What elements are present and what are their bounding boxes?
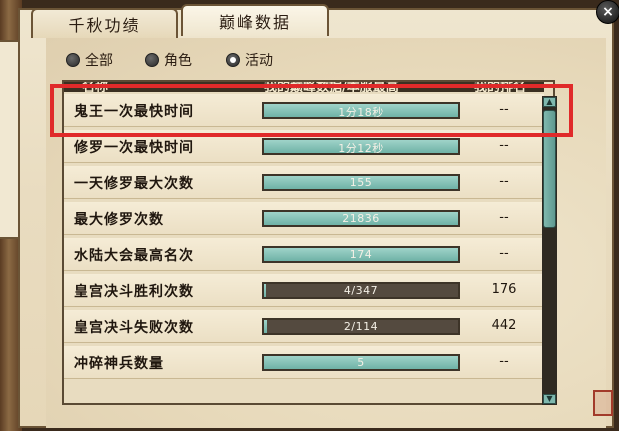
row-name: 皇宫决斗失败次数 <box>74 320 194 336</box>
table-header: 名称 我的巅峰数据/本服最高 我的排名 <box>64 82 544 92</box>
table-row[interactable]: 冲碎神兵数量 5 -- <box>64 346 544 379</box>
peak-data-table: 名称 我的巅峰数据/本服最高 我的排名 鬼王一次最快时间 1分18秒 -- 修罗一次最… <box>62 80 555 405</box>
progress-value: 155 <box>349 176 373 189</box>
row-rank: 176 <box>491 282 517 297</box>
progress-value: 1分12秒 <box>338 142 384 155</box>
progress-bar: 174 <box>262 246 460 263</box>
tab-achievements[interactable]: 千秋功绩 <box>31 8 178 38</box>
row-rank: -- <box>499 174 509 189</box>
table-rows: 鬼王一次最快时间 1分18秒 -- 修罗一次最快时间 1分12秒 -- 一天修罗最大次数 15… <box>64 94 544 382</box>
progress-bar: 1分18秒 <box>262 102 460 119</box>
row-name: 冲碎神兵数量 <box>74 356 164 372</box>
seal-stamp-icon <box>593 390 613 416</box>
table-row[interactable]: 最大修罗次数 21836 -- <box>64 202 544 235</box>
close-icon: × <box>602 4 614 20</box>
progress-bar: 5 <box>262 354 460 371</box>
filter-label: 全部 <box>85 53 113 69</box>
scroll-up-icon[interactable]: ▲ <box>543 97 556 107</box>
filter-label: 角色 <box>164 53 192 69</box>
progress-value: 5 <box>357 356 365 369</box>
progress-value: 4/347 <box>343 284 379 297</box>
row-name: 皇宫决斗胜利次数 <box>74 284 194 300</box>
progress-value: 1分18秒 <box>338 106 384 119</box>
table-row[interactable]: 皇宫决斗失败次数 2/114 442 <box>64 310 544 343</box>
radio-icon[interactable] <box>66 53 80 67</box>
table-row[interactable]: 皇宫决斗胜利次数 4/347 176 <box>64 274 544 307</box>
radio-icon[interactable] <box>145 53 159 67</box>
table-row[interactable]: 鬼王一次最快时间 1分18秒 -- <box>64 94 544 127</box>
progress-bar: 21836 <box>262 210 460 227</box>
header-name: 名称 <box>82 82 109 92</box>
filter-role[interactable]: 角色 <box>145 50 192 70</box>
table-row[interactable]: 修罗一次最快时间 1分12秒 -- <box>64 130 544 163</box>
progress-bar: 155 <box>262 174 460 191</box>
progress-bar: 4/347 <box>262 282 460 299</box>
header-value: 我的巅峰数据/本服最高 <box>264 82 399 92</box>
row-name: 修罗一次最快时间 <box>74 140 194 156</box>
filter-label: 活动 <box>245 53 273 69</box>
table-row[interactable]: 水陆大会最高名次 174 -- <box>64 238 544 271</box>
filter-all[interactable]: 全部 <box>66 50 113 70</box>
scroll-down-icon[interactable]: ▼ <box>543 394 556 404</box>
row-rank: -- <box>499 102 509 117</box>
progress-value: 2/114 <box>343 320 379 333</box>
tab-peak-data[interactable]: 巅峰数据 <box>181 4 329 36</box>
row-name: 鬼王一次最快时间 <box>74 104 194 120</box>
header-rank: 我的排名 <box>474 82 527 92</box>
progress-bar: 1分12秒 <box>262 138 460 155</box>
row-rank: 442 <box>491 318 517 333</box>
row-name: 最大修罗次数 <box>74 212 164 228</box>
filter-activity[interactable]: 活动 <box>226 50 273 70</box>
close-button[interactable]: × <box>596 0 619 24</box>
scroll-thumb[interactable] <box>543 110 556 228</box>
row-rank: -- <box>499 210 509 225</box>
table-scrollbar[interactable]: ▲ ▼ <box>542 96 557 405</box>
radio-selected-icon[interactable] <box>226 53 240 67</box>
progress-value: 174 <box>349 248 373 261</box>
row-name: 一天修罗最大次数 <box>74 176 194 192</box>
row-name: 水陆大会最高名次 <box>74 248 194 264</box>
row-rank: -- <box>499 246 509 261</box>
progress-value: 21836 <box>342 212 380 225</box>
table-row[interactable]: 一天修罗最大次数 155 -- <box>64 166 544 199</box>
progress-bar: 2/114 <box>262 318 460 335</box>
row-rank: -- <box>499 354 509 369</box>
row-rank: -- <box>499 138 509 153</box>
side-scroll-paper <box>0 40 20 239</box>
